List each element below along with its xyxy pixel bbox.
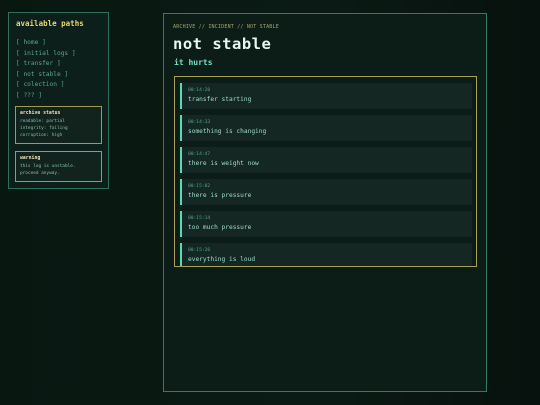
log-message: too much pressure — [188, 224, 252, 231]
warning-line-1: this log is unstable. — [20, 164, 76, 169]
log-message: something is changing — [188, 128, 267, 135]
nav-list: [ home ] [ initial logs ] [ transfer ] [… — [15, 38, 102, 101]
main-panel: ARCHIVE // INCIDENT // NOT STABLE not st… — [163, 13, 487, 392]
nav-item-colection[interactable]: [ colection ] — [15, 80, 102, 91]
log-entry: 00:15:26 everything is loud — [180, 243, 472, 266]
warning-line-2: proceed anyway. — [20, 171, 60, 176]
nav-item-unknown[interactable]: [ ??? ] — [15, 91, 102, 102]
log-timestamp: 00:14:33 — [188, 120, 211, 125]
warning-title: warning — [20, 156, 41, 161]
log-timestamp: 00:14:20 — [188, 88, 211, 93]
log-message: there is weight now — [188, 160, 259, 167]
log-timestamp: 00:14:47 — [188, 152, 211, 157]
archive-status-integrity: integrity: failing — [20, 126, 68, 131]
page-subtitle: it hurts — [174, 58, 213, 67]
sidebar-panel: available paths [ home ] [ initial logs … — [8, 12, 109, 189]
log-message: there is pressure — [188, 192, 252, 199]
log-message: transfer starting — [188, 96, 252, 103]
log-entry: 00:15:02 there is pressure — [180, 179, 472, 205]
log-timestamp: 00:15:26 — [188, 248, 211, 253]
nav-item-initial-logs[interactable]: [ initial logs ] — [15, 49, 102, 60]
warning-box: warning this log is unstable. proceed an… — [15, 151, 102, 182]
log-scroll-panel[interactable]: 00:14:20 transfer starting 00:14:33 some… — [174, 76, 477, 267]
sidebar-title: available paths — [16, 19, 84, 28]
log-entry: 00:14:20 transfer starting — [180, 83, 472, 109]
archive-status-box: archive status readable: partial integri… — [15, 106, 102, 144]
log-entry: 00:14:47 there is weight now — [180, 147, 472, 173]
nav-item-not-stable[interactable]: [ not stable ] — [15, 70, 102, 81]
archive-status-corruption: corruption: high — [20, 133, 63, 138]
breadcrumb: ARCHIVE // INCIDENT // NOT STABLE — [173, 24, 279, 30]
log-message: everything is loud — [188, 256, 256, 263]
page-title: not stable — [173, 35, 272, 53]
log-entry: 00:15:14 too much pressure — [180, 211, 472, 237]
nav-item-transfer[interactable]: [ transfer ] — [15, 59, 102, 70]
nav-item-home[interactable]: [ home ] — [15, 38, 102, 49]
archive-status-readable: readable: partial — [20, 119, 65, 124]
log-timestamp: 00:15:02 — [188, 184, 211, 189]
archive-status-title: archive status — [20, 111, 61, 116]
log-timestamp: 00:15:14 — [188, 216, 211, 221]
log-entry: 00:14:33 something is changing — [180, 115, 472, 141]
